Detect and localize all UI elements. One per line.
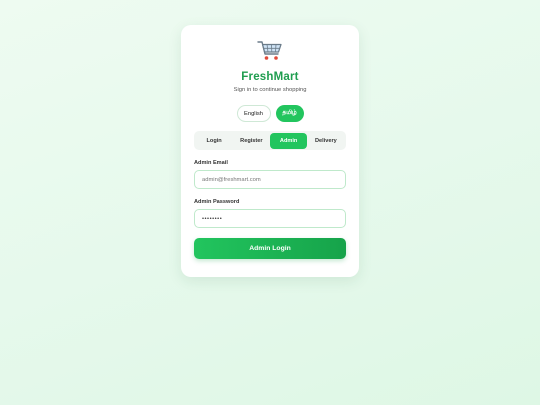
login-card: FreshMart Sign in to continue shopping E… xyxy=(181,25,359,277)
admin-login-button[interactable]: Admin Login xyxy=(194,238,346,259)
tab-delivery[interactable]: Delivery xyxy=(307,133,344,149)
brand-subtitle: Sign in to continue shopping xyxy=(233,87,307,93)
password-label: Admin Password xyxy=(194,199,240,205)
tab-admin[interactable]: Admin xyxy=(270,132,308,149)
brand-title: FreshMart xyxy=(241,71,299,83)
logo xyxy=(194,39,346,67)
auth-tabs: Login Register Admin Delivery xyxy=(194,131,346,150)
language-tamil-button[interactable]: தமிழ் xyxy=(275,105,304,122)
shopping-cart-icon xyxy=(257,41,283,67)
language-switcher: English தமிழ் xyxy=(194,105,346,122)
language-english-button[interactable]: English xyxy=(236,105,271,122)
email-field[interactable]: admin@freshmart.com xyxy=(194,170,346,189)
tab-register[interactable]: Register xyxy=(233,133,270,149)
password-field[interactable]: •••••••• xyxy=(194,209,346,228)
email-label: Admin Email xyxy=(194,160,228,166)
tab-login[interactable]: Login xyxy=(196,133,233,149)
